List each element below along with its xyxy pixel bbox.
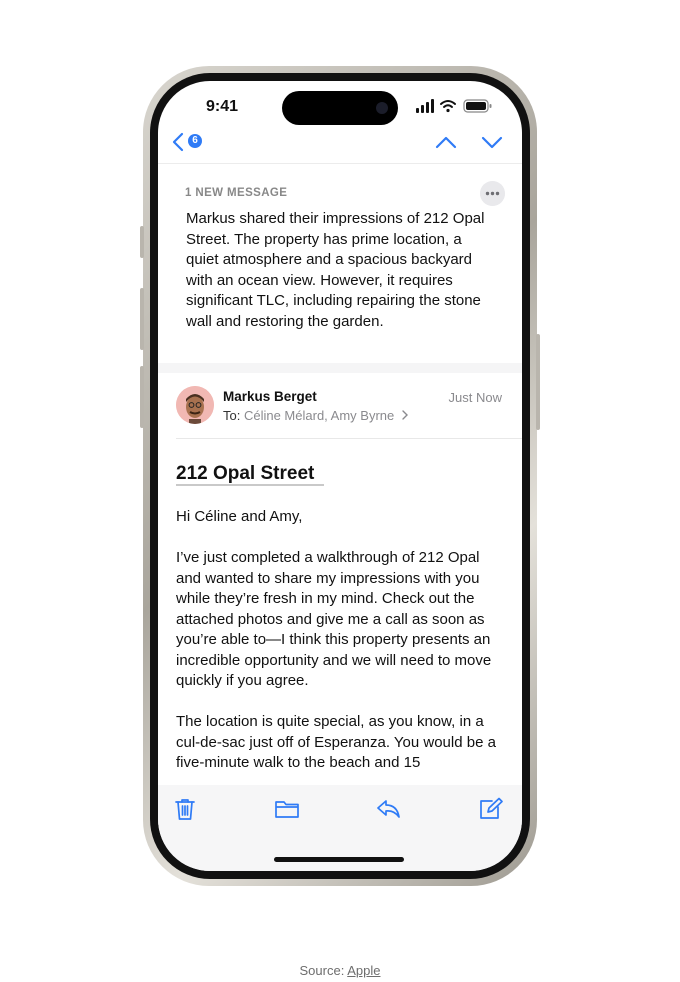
cellular-signal-icon <box>416 99 434 113</box>
volume-down-button <box>140 366 144 428</box>
to-label: To: <box>223 408 241 423</box>
folder-icon[interactable] <box>274 797 300 821</box>
camera-lens <box>376 102 388 114</box>
subject-underline <box>176 484 324 486</box>
next-message-icon[interactable] <box>480 133 504 151</box>
wifi-icon <box>440 100 456 113</box>
reply-icon[interactable] <box>376 797 402 821</box>
source-link[interactable]: Apple <box>347 963 380 978</box>
summary-separator <box>158 363 522 373</box>
recipients-row[interactable]: To: Céline Mélard, Amy Byrne <box>223 408 409 423</box>
action-button <box>140 226 144 258</box>
source-prefix: Source: <box>299 963 345 978</box>
message-subject: 212 Opal Street <box>176 463 315 484</box>
battery-icon <box>463 99 492 113</box>
volume-up-button <box>140 288 144 350</box>
avatar[interactable] <box>176 386 214 424</box>
nav-divider <box>158 163 522 164</box>
memoji-face-icon <box>176 386 214 424</box>
message-body: Hi Céline and Amy, I’ve just completed a… <box>176 507 506 794</box>
home-indicator[interactable] <box>274 857 404 862</box>
body-paragraph: I’ve just completed a walkthrough of 212… <box>176 549 492 689</box>
body-paragraph: The location is quite special, as you kn… <box>176 713 496 771</box>
source-caption: Source: Apple <box>0 963 680 978</box>
trash-icon[interactable] <box>172 797 198 821</box>
compose-icon[interactable] <box>478 797 504 821</box>
recipients-list: Céline Mélard, Amy Byrne <box>243 408 395 423</box>
previous-message-icon[interactable] <box>434 133 458 151</box>
chevron-right-icon <box>402 410 408 420</box>
status-icons <box>416 99 492 113</box>
header-divider <box>176 438 522 439</box>
message-summary: Markus shared their impressions of 212 O… <box>186 210 485 330</box>
summary-label: 1 NEW MESSAGE <box>185 187 288 199</box>
dynamic-island <box>282 91 398 125</box>
unread-count-badge: 6 <box>188 134 202 148</box>
status-time: 9:41 <box>206 98 239 115</box>
sender-name: Markus Berget <box>223 389 317 404</box>
power-button <box>536 334 540 430</box>
phone-screen: 9:41 6 1 NEW MESSAGE Markus shared their… <box>158 81 522 871</box>
greeting: Hi Céline and Amy, <box>176 508 303 525</box>
more-options-icon[interactable] <box>480 181 505 206</box>
message-timestamp: Just Now <box>448 390 502 405</box>
